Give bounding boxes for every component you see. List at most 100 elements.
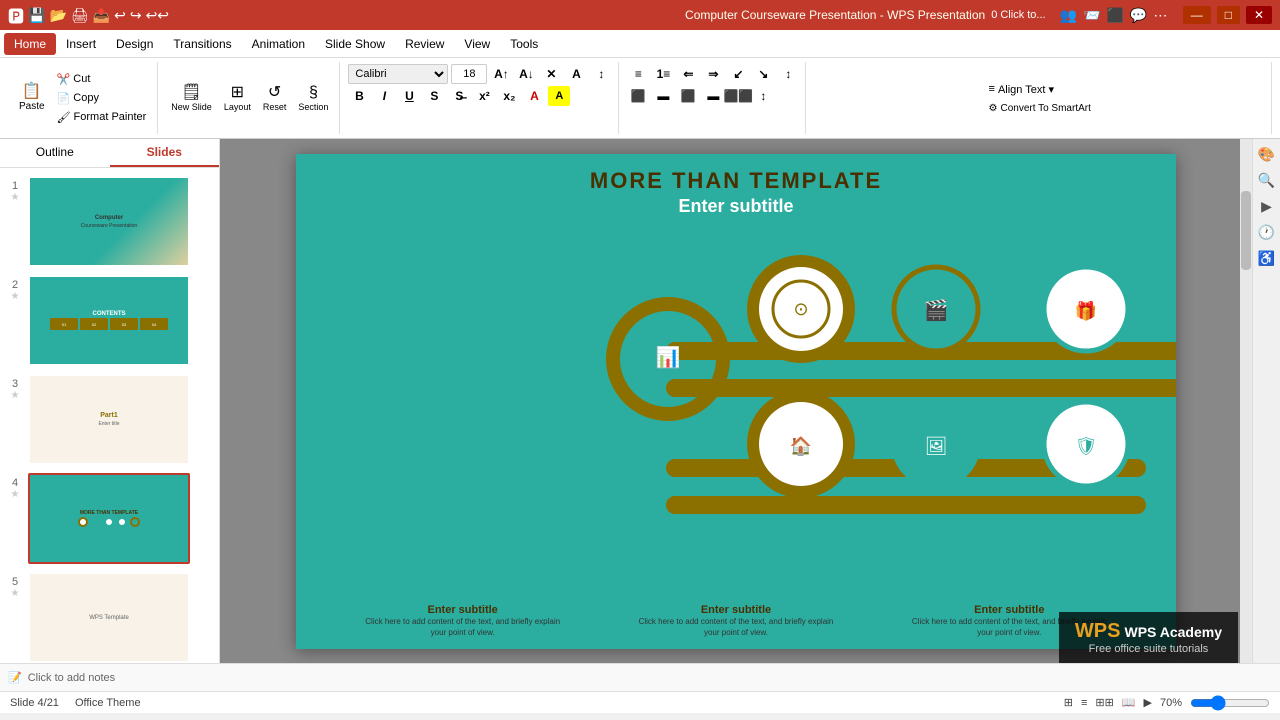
align-justify-btn[interactable]: ▬: [702, 86, 724, 106]
maximize-btn[interactable]: □: [1217, 6, 1240, 24]
undo-btn[interactable]: ↩: [114, 7, 126, 24]
indent-inc-btn[interactable]: ⇒: [702, 64, 724, 84]
view-normal-btn[interactable]: ⊞: [1064, 696, 1073, 709]
columns-btn[interactable]: ⬛⬛: [727, 86, 749, 106]
font-size-up-btn[interactable]: A↑: [490, 64, 512, 84]
slide-thumb-3[interactable]: 3 ★ Part1 Enter title: [8, 374, 211, 465]
quick-save[interactable]: 💾: [28, 7, 45, 24]
reset-icon: ↺: [268, 85, 281, 101]
new-slide-button[interactable]: 🗒 New Slide: [166, 82, 217, 115]
bold-btn[interactable]: B: [348, 86, 370, 106]
accessibility-panel-btn[interactable]: ♿: [1256, 247, 1278, 269]
align-left-btn[interactable]: ⬛: [627, 86, 649, 106]
tab-transitions[interactable]: Transitions: [163, 33, 241, 55]
text-block-2[interactable]: Enter subtitle Click here to add content…: [636, 604, 836, 638]
minimize-btn[interactable]: —: [1183, 6, 1211, 24]
ribbon: 📋 Paste ✂️ Cut 📄 Copy 🖌 Format Painter: [0, 58, 1280, 139]
slide-thumb-4[interactable]: 4 ★ MORE THAN TEMPLATE: [8, 473, 211, 564]
align-center-btn[interactable]: ▬: [652, 86, 674, 106]
font-lang-btn[interactable]: A: [565, 64, 587, 84]
slide-thumb-2[interactable]: 2 ★ CONTENTS 01 02 03 04: [8, 275, 211, 366]
underline-btn[interactable]: U: [398, 86, 420, 106]
font-size-down-btn[interactable]: A↓: [515, 64, 537, 84]
numbering-btn[interactable]: 1≡: [652, 64, 674, 84]
view-sorter-btn[interactable]: ⊞⊞: [1095, 696, 1113, 709]
paste-button[interactable]: 📋 Paste: [14, 81, 50, 115]
chat-icon[interactable]: 💬: [1130, 7, 1147, 24]
tab-outline[interactable]: Outline: [0, 139, 110, 167]
italic-btn[interactable]: I: [373, 86, 395, 106]
font-name-select[interactable]: CalibriArialTimes New Roman: [348, 64, 448, 84]
design-panel-btn[interactable]: 🎨: [1256, 143, 1278, 165]
slide-canvas[interactable]: MORE THAN TEMPLATE Enter subtitle 📊: [296, 154, 1176, 649]
redo-btn2[interactable]: ↩↩: [146, 7, 169, 24]
tab-insert[interactable]: Insert: [56, 33, 106, 55]
collab-icon[interactable]: 👥: [1060, 7, 1077, 24]
line-spacing-btn[interactable]: ↕: [777, 64, 799, 84]
tab-slides[interactable]: Slides: [110, 139, 220, 167]
superscript-btn[interactable]: x²: [473, 86, 495, 106]
layout-button[interactable]: ⊞ Layout: [219, 82, 256, 115]
slide-title[interactable]: MORE THAN TEMPLATE: [296, 168, 1176, 194]
cut-icon: ✂️: [57, 73, 71, 86]
thumb-1[interactable]: Computer Courseware Presentation: [28, 176, 190, 267]
quick-export[interactable]: 📤: [93, 7, 110, 24]
align-right-btn[interactable]: ⬛: [677, 86, 699, 106]
restore-icon[interactable]: ⬛: [1106, 7, 1123, 24]
para-spacing-btn[interactable]: ↕: [752, 86, 774, 106]
share-icon[interactable]: 📨: [1083, 7, 1100, 24]
copy-button[interactable]: 📄 Copy: [52, 90, 152, 107]
thumb-3[interactable]: Part1 Enter title: [28, 374, 190, 465]
text-block-1[interactable]: Enter subtitle Click here to add content…: [363, 604, 563, 638]
highlight-btn[interactable]: A: [548, 86, 570, 106]
redo-btn[interactable]: ↪: [130, 7, 142, 24]
slide-subtitle[interactable]: Enter subtitle: [296, 196, 1176, 217]
slide-thumb-1[interactable]: 1 ★ Computer Courseware Presentation: [8, 176, 211, 267]
convert-smartart-btn[interactable]: ⚙ Convert To SmartArt: [984, 101, 1096, 116]
close-btn[interactable]: ✕: [1246, 6, 1272, 24]
font-color-btn[interactable]: A: [523, 86, 545, 106]
quick-print[interactable]: 🖨: [71, 7, 89, 24]
drawing-sub: ≡ Align Text ▾ ⚙ Convert To SmartArt: [984, 81, 1096, 116]
section-button[interactable]: § Section: [293, 82, 333, 115]
tab-tools[interactable]: Tools: [500, 33, 548, 55]
thumb-4[interactable]: MORE THAN TEMPLATE: [28, 473, 190, 564]
quick-open[interactable]: 📂: [49, 7, 66, 24]
tab-slideshow[interactable]: Slide Show: [315, 33, 395, 55]
thumb-2[interactable]: CONTENTS 01 02 03 04: [28, 275, 190, 366]
slides-group-content: 🗒 New Slide ⊞ Layout ↺ Reset § Section: [166, 64, 333, 132]
zoom-slider[interactable]: [1190, 695, 1270, 711]
history-panel-btn[interactable]: 🕐: [1256, 221, 1278, 243]
strikethrough-btn[interactable]: S̶: [448, 86, 470, 106]
reset-button[interactable]: ↺ Reset: [258, 82, 292, 115]
font-size-input[interactable]: [451, 64, 487, 84]
tab-animation[interactable]: Animation: [242, 33, 315, 55]
font-sort-btn[interactable]: ↕: [590, 64, 612, 84]
layout-icon: ⊞: [231, 85, 244, 101]
tab-design[interactable]: Design: [106, 33, 163, 55]
rtl-btn[interactable]: ↙: [727, 64, 749, 84]
search-panel-btn[interactable]: 🔍: [1256, 169, 1278, 191]
view-reading-btn[interactable]: 📖: [1122, 696, 1136, 709]
notes-text[interactable]: Click to add notes: [28, 672, 115, 684]
indent-dec-btn[interactable]: ⇐: [677, 64, 699, 84]
ltr-btn[interactable]: ↘: [752, 64, 774, 84]
tab-view[interactable]: View: [454, 33, 500, 55]
transitions-panel-btn[interactable]: ▶: [1256, 195, 1278, 217]
more-icon[interactable]: ⋯: [1153, 7, 1167, 24]
vscrollbar[interactable]: [1240, 139, 1252, 663]
view-outline-btn[interactable]: ≡: [1081, 697, 1087, 709]
format-painter-button[interactable]: 🖌 Format Painter: [52, 109, 152, 126]
subscript-btn[interactable]: x₂: [498, 86, 520, 106]
bullets-btn[interactable]: ≡: [627, 64, 649, 84]
thumb-5[interactable]: WPS Template: [28, 572, 190, 663]
tab-review[interactable]: Review: [395, 33, 454, 55]
cut-button[interactable]: ✂️ Cut: [52, 71, 152, 88]
shadow-btn[interactable]: S: [423, 86, 445, 106]
vscrollbar-thumb[interactable]: [1241, 191, 1251, 270]
slide-thumb-5[interactable]: 5 ★ WPS Template: [8, 572, 211, 663]
view-slideshow-btn[interactable]: ▶: [1144, 696, 1152, 709]
clear-format-btn[interactable]: ✕: [540, 64, 562, 84]
tab-home[interactable]: Home: [4, 33, 56, 55]
align-text-button[interactable]: ≡ Align Text ▾: [984, 81, 1096, 98]
